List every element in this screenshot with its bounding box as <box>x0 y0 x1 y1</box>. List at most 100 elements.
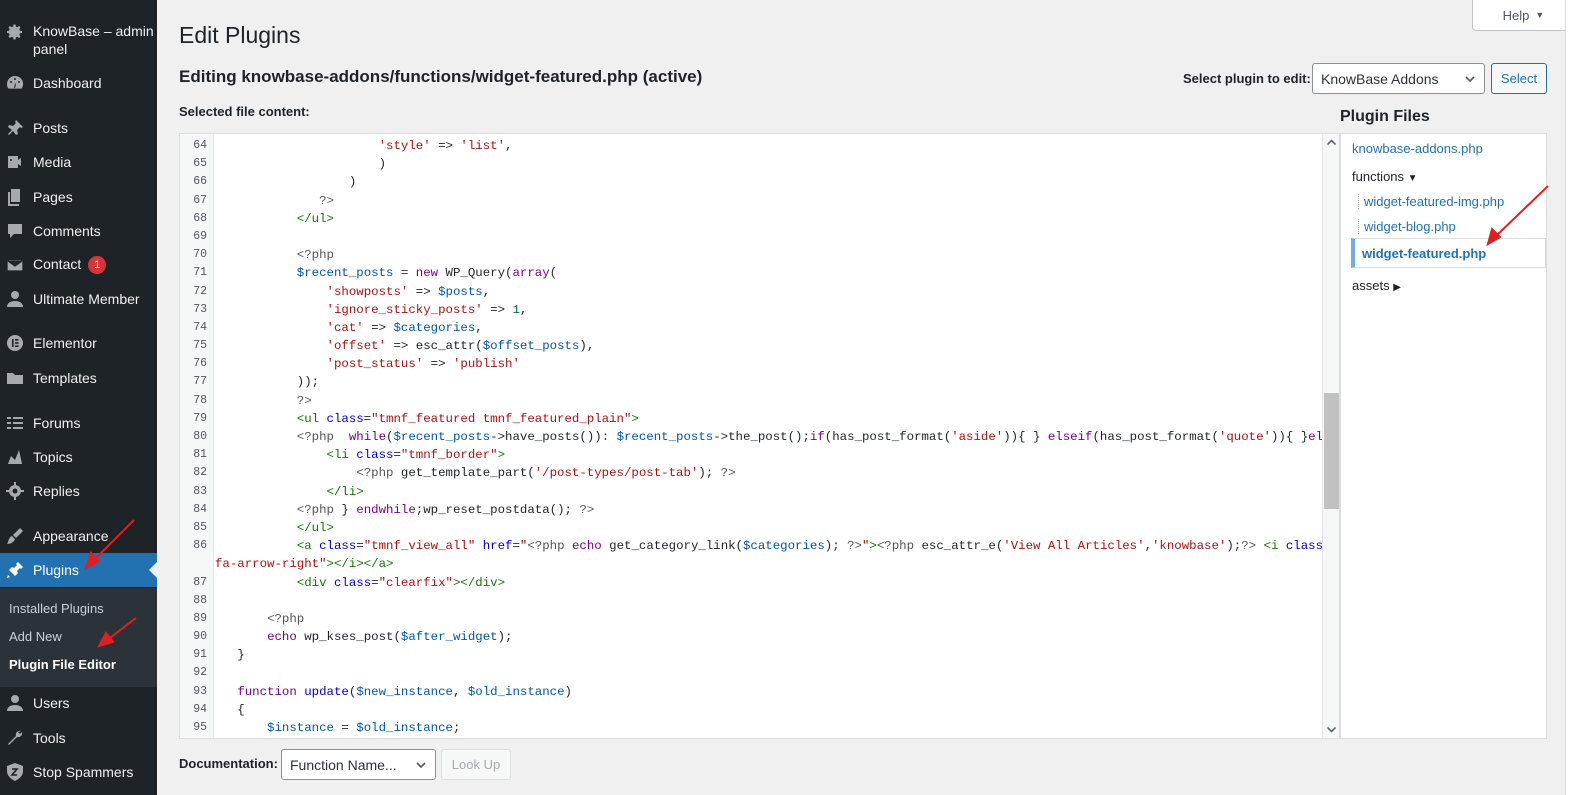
code-text: <a class="tmnf_view_all" href="<?php ech… <box>215 537 1339 555</box>
code-token: function <box>237 684 297 699</box>
code-token: <?php <box>296 502 334 517</box>
code-text: 'cat' => $categories, <box>215 319 483 337</box>
code-token: ?> <box>720 466 736 481</box>
sidebar-item-media[interactable]: Media <box>0 145 157 179</box>
code-text: )); <box>215 373 319 391</box>
code-line: 72 'showposts' => $posts, <box>180 283 1320 301</box>
scrollbar-thumb[interactable] <box>1324 393 1339 509</box>
code-line: fa-arrow-right"></i></a> <box>180 555 1320 573</box>
line-number: 90 <box>193 630 207 644</box>
file-link-widget-blog[interactable]: widget-blog.php <box>1358 219 1456 234</box>
code-token: > <box>869 539 877 554</box>
code-line: 67 ?> <box>180 192 1320 210</box>
code-line: 76 'post_status' => 'publish' <box>180 355 1320 373</box>
code-token: > <box>631 411 639 426</box>
line-number: 65 <box>193 157 207 171</box>
code-token: $categories <box>743 539 825 554</box>
code-token: <div <box>296 575 334 590</box>
sidebar-item-templates[interactable]: Templates <box>0 361 157 395</box>
sidebar-item-comments[interactable]: Comments <box>0 214 157 248</box>
chevron-down-icon[interactable] <box>1326 724 1337 735</box>
code-text: fa-arrow-right"></i></a> <box>215 555 393 573</box>
sidebar-item-dashboard[interactable]: Dashboard <box>0 66 157 100</box>
plugin-files-title: Plugin Files <box>1340 108 1430 125</box>
code-text: </li> <box>215 483 364 501</box>
code-token: $new_instance <box>356 684 453 699</box>
code-token: { <box>215 702 245 717</box>
code-token: )){ } <box>1003 430 1048 444</box>
chevron-up-icon[interactable] <box>1326 137 1337 148</box>
code-token: endwhile <box>356 502 416 517</box>
code-token: update <box>304 684 349 699</box>
line-number: 87 <box>193 575 207 589</box>
sidebar-item-site[interactable]: KnowBase – admin panel <box>0 16 157 62</box>
code-editor[interactable]: 64 'style' => 'list', 65 ) 66 ) 67 ?> 68 </u… <box>179 133 1340 739</box>
code-token: = <box>333 721 357 735</box>
code-line: 81 <li class="tmnf_border"> <box>180 446 1320 464</box>
sidebar-item-appearance[interactable]: Appearance <box>0 519 157 553</box>
code-token: class <box>1285 539 1324 554</box>
sidebar-item-replies[interactable]: Replies <box>0 474 157 508</box>
plugin-select[interactable]: KnowBase Addons <box>1312 63 1485 94</box>
plugin-icon <box>7 562 23 578</box>
sidebar-item-contact[interactable]: Contact 1 <box>0 248 157 282</box>
file-link-root[interactable]: knowbase-addons.php <box>1352 141 1483 156</box>
sidebar-item-ultimate-member[interactable]: Ultimate Member <box>0 282 157 316</box>
line-number: 72 <box>193 284 207 298</box>
file-link-widget-featured-active[interactable]: widget-featured.php <box>1351 238 1546 268</box>
sidebar-item-topics[interactable]: Topics <box>0 440 157 474</box>
code-token: </ul> <box>296 520 334 535</box>
code-line: 80 <?php while($recent_posts->have_posts… <box>180 428 1338 446</box>
code-token: class <box>356 448 394 463</box>
submenu-installed-plugins[interactable]: Installed Plugins <box>9 601 104 616</box>
code-token: ) <box>564 684 572 699</box>
sidebar-item-stop-spammers[interactable]: Stop Spammers <box>0 755 157 789</box>
code-token: , <box>475 320 483 335</box>
documentation-select[interactable]: Function Name... <box>281 749 436 780</box>
line-number: 85 <box>193 520 207 534</box>
code-line: 89 <?php <box>180 610 1320 628</box>
sidebar-item-tools[interactable]: Tools <box>0 721 157 755</box>
editor-scrollbar[interactable] <box>1322 134 1339 738</box>
code-token: ) <box>215 157 387 172</box>
code-token: ?> <box>847 539 862 554</box>
submenu-plugin-file-editor[interactable]: Plugin File Editor <box>9 657 116 672</box>
submenu-add-new[interactable]: Add New <box>9 629 62 644</box>
file-link-widget-featured-img[interactable]: widget-featured-img.php <box>1358 194 1504 209</box>
select-button[interactable]: Select <box>1491 63 1547 94</box>
code-line: 94 { <box>180 701 1320 719</box>
line-number: 82 <box>193 466 207 480</box>
sidebar-item-pages[interactable]: Pages <box>0 180 157 214</box>
code-token: )); <box>215 375 320 390</box>
shield-icon <box>7 763 23 781</box>
folder-functions[interactable]: functions ▼ <box>1352 169 1418 184</box>
code-text: ) <box>215 173 356 191</box>
help-button[interactable]: Help ▼ <box>1472 0 1571 31</box>
sidebar-item-elementor[interactable]: Elementor <box>0 326 157 360</box>
look-up-button[interactable]: Look Up <box>441 749 511 780</box>
plugin-select-value: KnowBase Addons <box>1321 70 1439 87</box>
sidebar-item-users[interactable]: Users <box>0 686 157 720</box>
sidebar-item-plugins[interactable]: Plugins <box>0 553 157 587</box>
code-token: 1 <box>512 302 520 317</box>
folder-assets[interactable]: assets ▶ <box>1352 278 1401 293</box>
code-token: > <box>497 448 506 463</box>
code-token: $old_instance <box>467 684 565 699</box>
code-text: <div class="clearfix"></div> <box>215 574 505 592</box>
code-text: $instance = $old_instance; <box>215 719 460 737</box>
line-number: 68 <box>193 211 207 225</box>
sidebar-item-forums[interactable]: Forums <box>0 406 157 440</box>
pages-icon <box>8 189 20 206</box>
code-token: ); <box>824 539 848 554</box>
chevron-down-icon <box>1465 76 1475 83</box>
line-number: 75 <box>193 339 207 353</box>
code-token: '/post-types/post-tab' <box>534 466 699 481</box>
code-token: while <box>348 430 387 444</box>
code-token: <?php <box>356 466 394 481</box>
code-token: WP_Query( <box>438 266 513 281</box>
sidebar-item-posts[interactable]: Posts <box>0 111 157 145</box>
sidebar-item-label: Elementor <box>33 335 97 351</box>
